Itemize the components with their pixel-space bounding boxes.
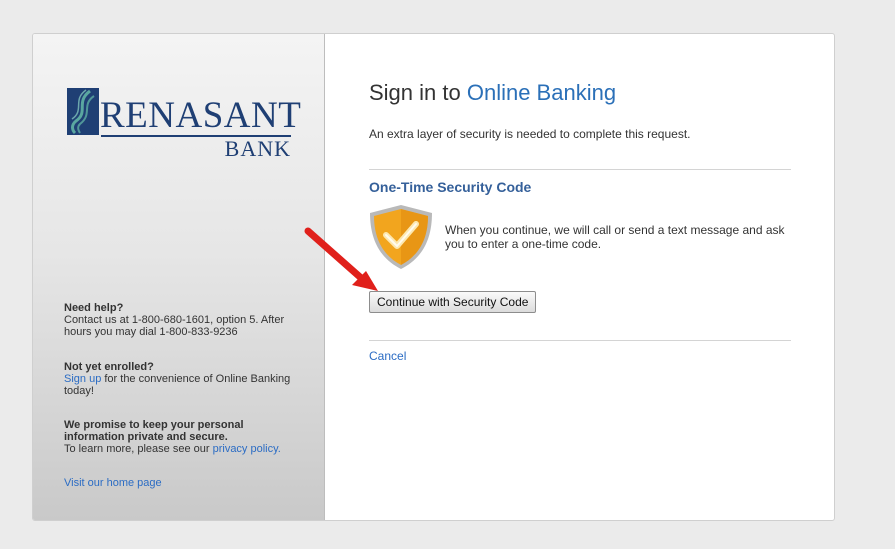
- description-text: When you continue, we will call or send …: [445, 223, 785, 251]
- renasant-leaf-icon: [67, 88, 99, 135]
- help-title: Need help?: [64, 302, 124, 314]
- logo-subtitle: BANK: [224, 136, 291, 161]
- divider-bottom: [369, 340, 791, 341]
- help-block: Need help? Contact us at 1-800-680-1601,…: [64, 302, 304, 338]
- main-panel: Sign in to Online Banking An extra layer…: [325, 34, 834, 520]
- divider-top: [369, 169, 791, 170]
- cancel-link[interactable]: Cancel: [369, 349, 406, 363]
- help-text: Contact us at 1-800-680-1601, option 5. …: [64, 314, 285, 338]
- privacy-block: We promise to keep your personal informa…: [64, 419, 304, 455]
- home-block: Visit our home page: [64, 477, 304, 489]
- title-accent: Online Banking: [466, 80, 617, 105]
- home-page-link[interactable]: Visit our home page: [64, 477, 162, 489]
- enroll-block: Not yet enrolled? Sign up for the conven…: [64, 361, 304, 397]
- logo-name: RENASANT: [100, 95, 302, 136]
- privacy-policy-link[interactable]: privacy policy.: [213, 443, 281, 455]
- page-title: Sign in to Online Banking: [369, 80, 616, 106]
- renasant-bank-logo: RENASANT BANK: [67, 88, 301, 161]
- section-title: One-Time Security Code: [369, 179, 532, 195]
- continue-with-security-code-button[interactable]: Continue with Security Code: [369, 291, 537, 313]
- privacy-title: We promise to keep your personal informa…: [64, 419, 244, 443]
- title-prefix: Sign in to: [369, 80, 467, 105]
- security-notice: An extra layer of security is needed to …: [369, 127, 691, 141]
- privacy-text: To learn more, please see our: [64, 443, 213, 455]
- sidebar: RENASANT BANK Need help? Contact us at 1…: [33, 34, 325, 520]
- enroll-title: Not yet enrolled?: [64, 361, 154, 373]
- sign-up-link[interactable]: Sign up: [64, 373, 101, 385]
- shield-check-icon: [370, 205, 432, 269]
- sign-in-card: RENASANT BANK Need help? Contact us at 1…: [32, 33, 835, 521]
